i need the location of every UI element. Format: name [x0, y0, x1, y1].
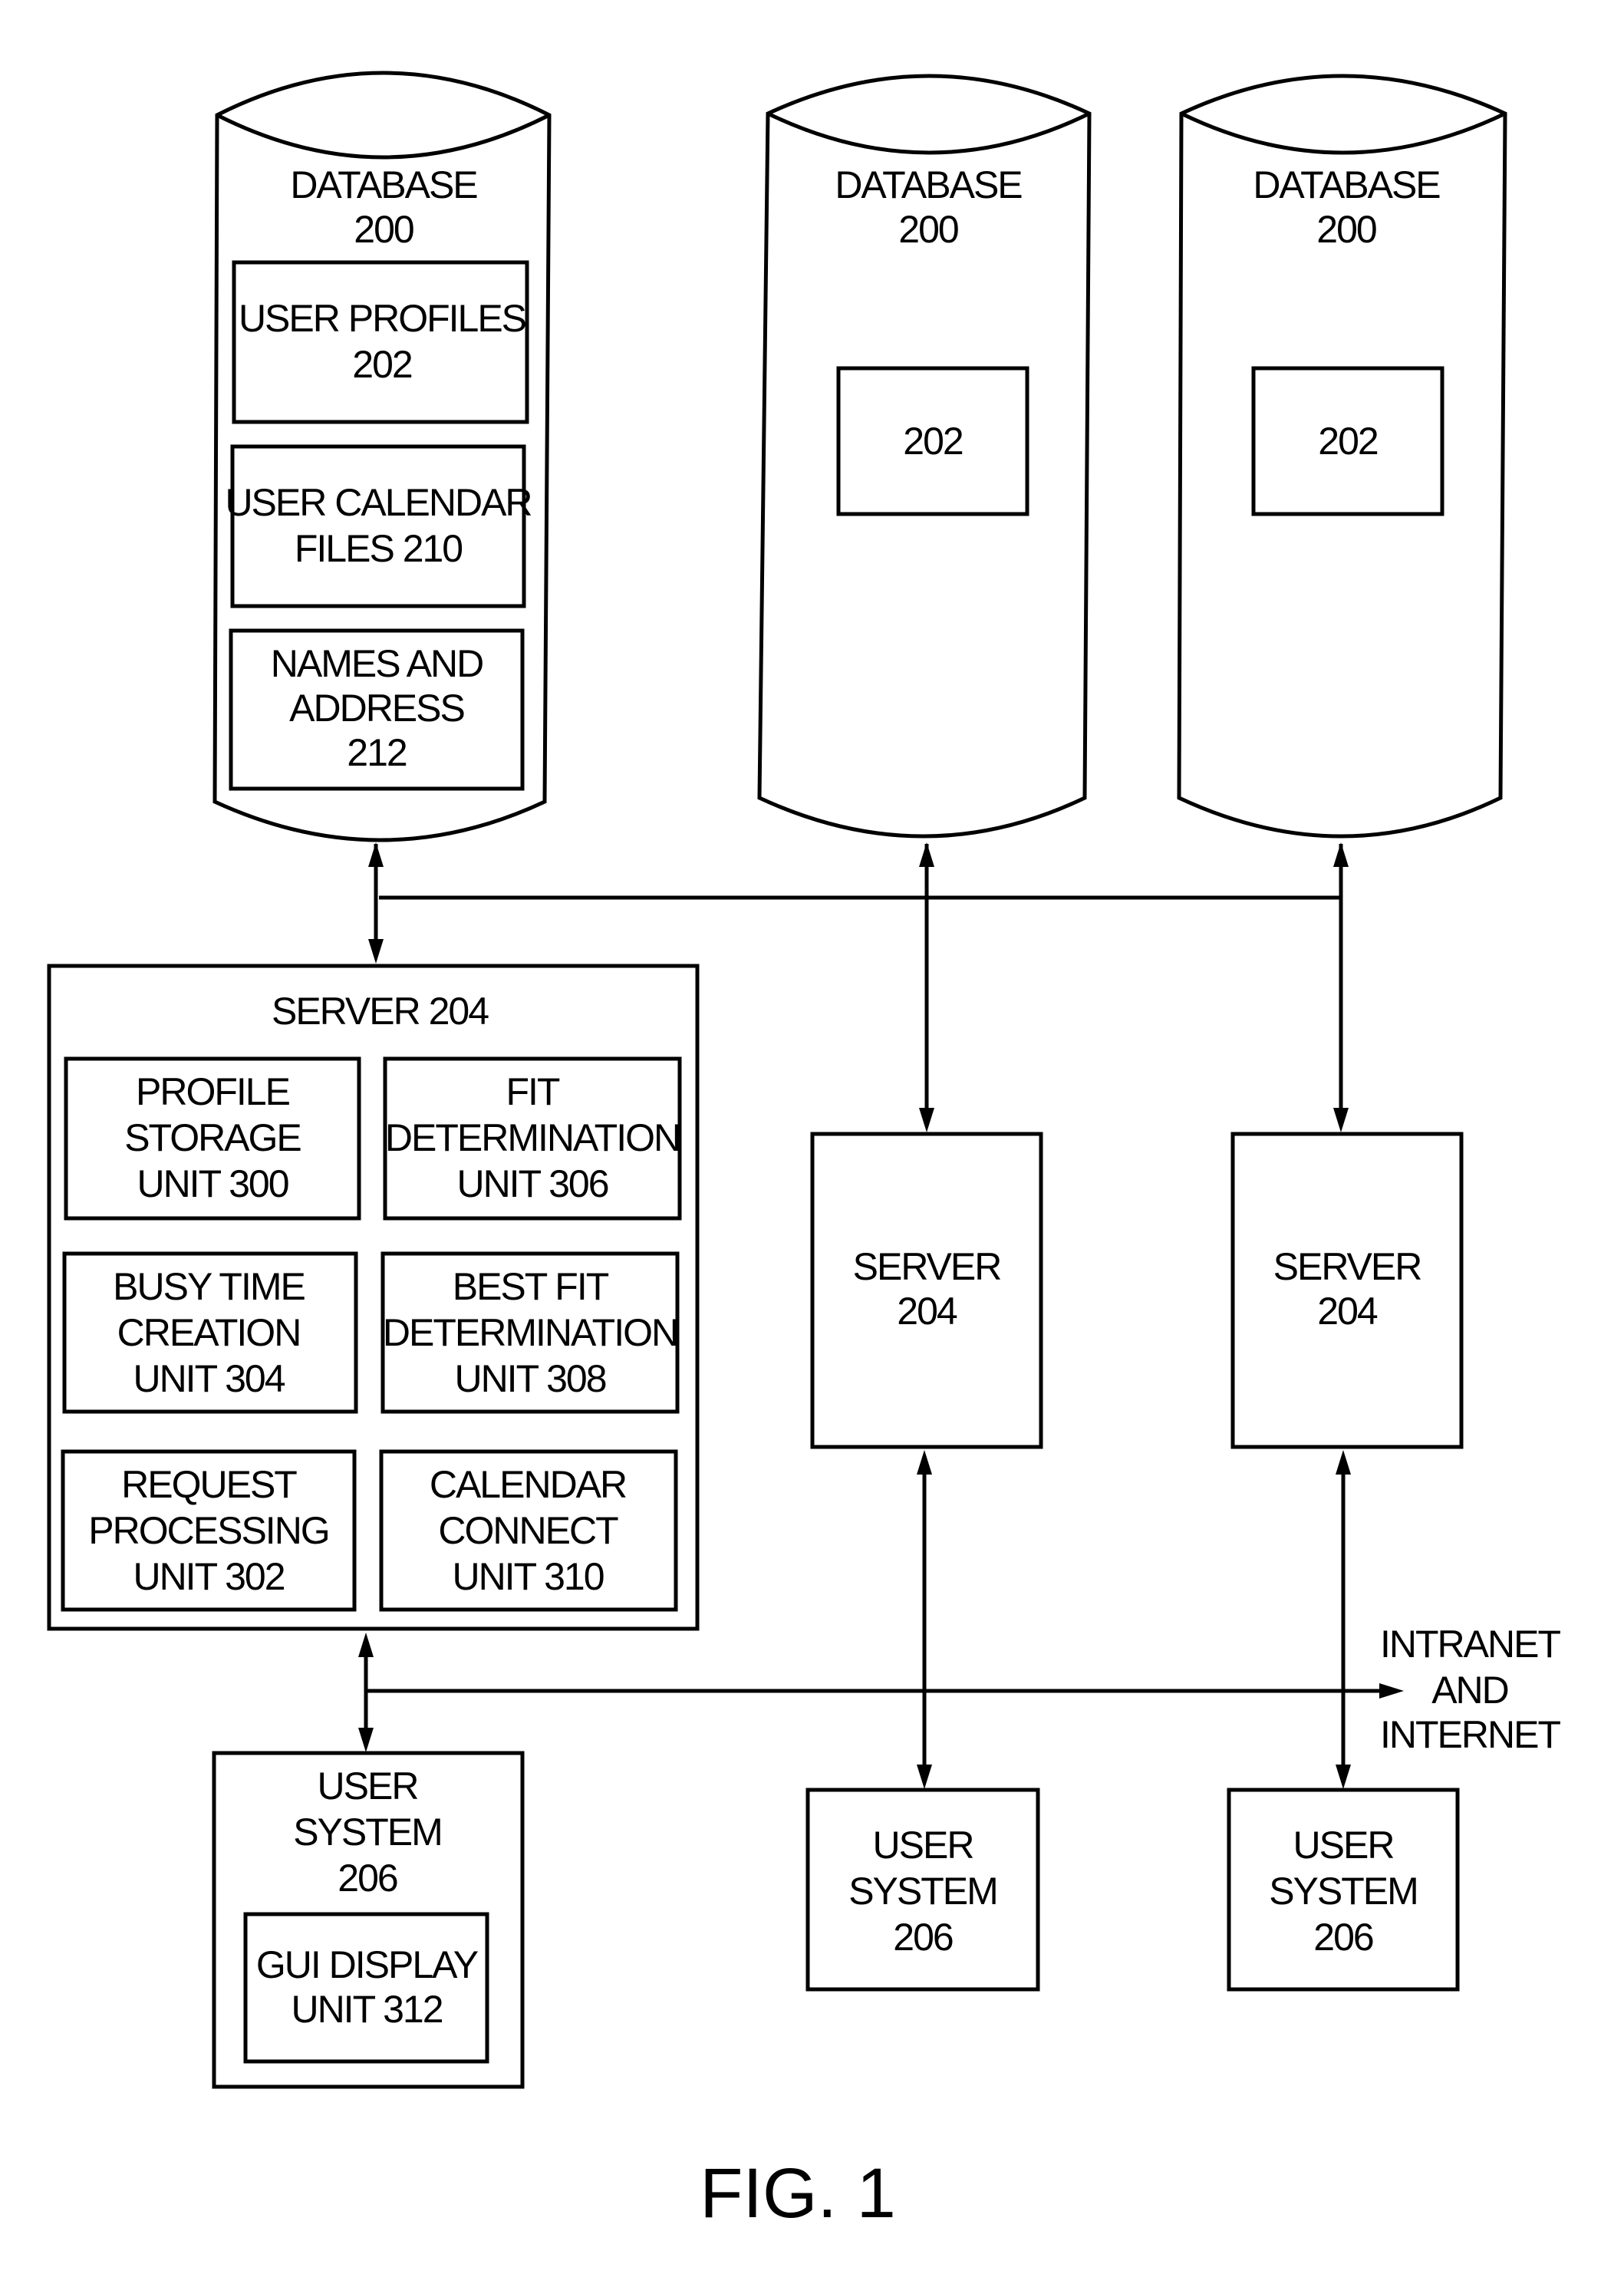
- arrowhead-icon: [368, 842, 384, 867]
- user-system-3: USER SYSTEM 206: [1227, 1788, 1460, 1992]
- server-3: SERVER 204: [1230, 1132, 1464, 1449]
- main-server-title: SERVER 204: [272, 990, 489, 1033]
- main-server: SERVER 204 PROFILE STORAGE UNIT 300 FIT DET…: [47, 964, 700, 1631]
- arrowhead-icon: [917, 1450, 932, 1475]
- arrowhead-icon: [368, 939, 384, 964]
- database-3: DATABASE 200 202: [1177, 74, 1507, 839]
- user-calendar-files-box: [230, 444, 526, 608]
- figure-caption: FIG. 1: [700, 2154, 896, 2233]
- database-3-item-label: 202: [1318, 420, 1378, 463]
- calendar-connect-unit-label: CALENDAR CONNECT UNIT 310: [430, 1463, 626, 1598]
- arrowhead-icon: [919, 1108, 934, 1132]
- arrow-right-icon: [1379, 1683, 1404, 1699]
- database-1: DATABASE 200 USER PROFILES 202 USER CALEND…: [212, 71, 552, 842]
- busy-time-creation-unit-label: BUSY TIME CREATION UNIT 304: [113, 1265, 305, 1400]
- arrowhead-icon: [1336, 1450, 1351, 1475]
- database-2-item-label: 202: [903, 420, 963, 463]
- server-2: SERVER 204: [810, 1132, 1043, 1449]
- arrowhead-icon: [1333, 842, 1349, 867]
- user-profiles-box: [232, 260, 529, 424]
- database-2: DATABASE 200 202: [757, 74, 1092, 839]
- arrowhead-icon: [358, 1633, 374, 1657]
- arrowhead-icon: [917, 1765, 932, 1789]
- user-system-2: USER SYSTEM 206: [805, 1788, 1040, 1992]
- arrowhead-icon: [919, 842, 934, 867]
- user-system-1: USER SYSTEM 206 GUI DISPLAY UNIT 312: [212, 1751, 525, 2089]
- system-diagram: DATABASE 200 USER PROFILES 202 USER CALEND…: [47, 71, 1562, 2233]
- arrowhead-icon: [1336, 1765, 1351, 1789]
- profile-storage-unit-label: PROFILE STORAGE UNIT 300: [124, 1070, 301, 1205]
- network-label: INTRANET AND INTERNET: [1380, 1623, 1560, 1756]
- arrowhead-icon: [358, 1728, 374, 1752]
- arrowhead-icon: [1333, 1108, 1349, 1132]
